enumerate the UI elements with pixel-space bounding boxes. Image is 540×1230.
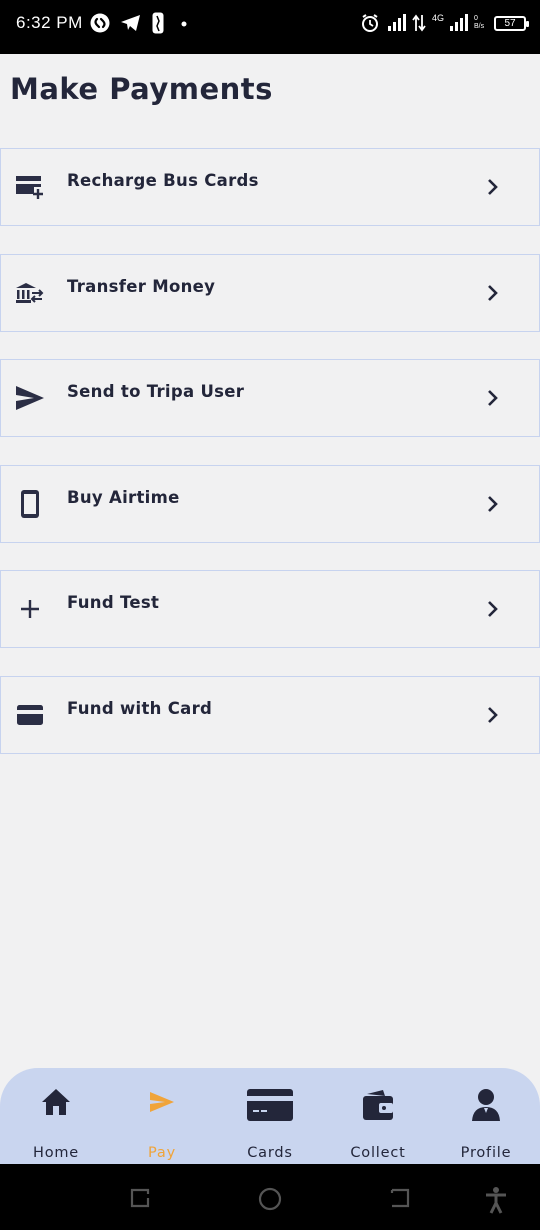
telegram-icon: [121, 15, 140, 31]
status-time: 6:32 PM: [16, 13, 83, 32]
phone-icon: [15, 489, 45, 519]
bottom-nav: Home Pay Cards Collect Profile: [0, 1068, 540, 1164]
card-icon: [246, 1088, 294, 1122]
notification-icons: [90, 12, 192, 34]
payment-menu: Recharge Bus Cards Transfer Money Send t…: [0, 148, 540, 781]
shazam-icon: [90, 13, 110, 33]
page-title: Make Payments: [10, 72, 273, 106]
chevron-right-icon: [488, 706, 498, 723]
chevron-right-icon: [488, 284, 498, 301]
nav-label: Collect: [350, 1145, 406, 1161]
menu-item-fund-test[interactable]: Fund Test: [0, 570, 540, 648]
bank-transfer-icon: [15, 278, 45, 308]
wallet-icon: [361, 1088, 395, 1122]
battery-indicator: 57: [494, 15, 529, 31]
nav-item-profile[interactable]: Profile: [432, 1068, 540, 1164]
send-icon: [148, 1090, 176, 1114]
nav-item-collect[interactable]: Collect: [324, 1068, 432, 1164]
menu-item-transfer-money[interactable]: Transfer Money: [0, 253, 540, 332]
accessibility-icon[interactable]: [484, 1186, 508, 1214]
chevron-right-icon: [488, 601, 498, 617]
menu-item-fund-with-card[interactable]: Fund with Card: [0, 675, 540, 754]
alarm-icon: [361, 14, 378, 32]
nav-item-pay[interactable]: Pay: [108, 1068, 216, 1164]
chevron-right-icon: [488, 495, 498, 512]
nba-icon: [152, 12, 164, 34]
profile-icon: [471, 1088, 501, 1122]
dot-icon: [181, 21, 187, 27]
chevron-right-icon: [488, 390, 498, 406]
menu-item-label: Transfer Money: [67, 276, 216, 296]
signal-2-icon: [450, 14, 468, 31]
recents-icon[interactable]: [128, 1186, 152, 1210]
system-nav-bar: [0, 1164, 540, 1230]
menu-item-label: Fund with Card: [67, 698, 213, 718]
menu-item-label: Buy Airtime: [67, 487, 180, 507]
data-speed: 0 B/s: [474, 15, 485, 30]
signal-icon: [387, 14, 406, 31]
menu-item-buy-airtime[interactable]: Buy Airtime: [0, 464, 540, 543]
menu-item-label: Send to Tripa User: [67, 382, 245, 401]
nav-item-home[interactable]: Home: [2, 1068, 110, 1164]
nav-label: Pay: [148, 1145, 176, 1161]
credit-card-icon: [15, 700, 45, 730]
status-bar: 6:32 PM 4G 0 B/s 57: [0, 0, 540, 54]
menu-item-label: Fund Test: [67, 593, 160, 612]
status-right: 4G 0 B/s 57: [360, 13, 529, 33]
back-icon[interactable]: [388, 1186, 412, 1210]
card-add-icon: [15, 172, 45, 202]
nav-label: Profile: [460, 1145, 512, 1161]
send-icon: [15, 383, 45, 413]
menu-item-recharge-bus-cards[interactable]: Recharge Bus Cards: [0, 148, 540, 226]
home-icon: [40, 1086, 72, 1118]
nav-label: Cards: [247, 1145, 293, 1161]
menu-item-send-to-tripa-user[interactable]: Send to Tripa User: [0, 359, 540, 437]
plus-icon: [15, 594, 45, 624]
data-arrows-icon: [412, 14, 426, 32]
menu-item-label: Recharge Bus Cards: [67, 171, 259, 190]
nav-label: Home: [32, 1145, 80, 1161]
home-button-icon[interactable]: [257, 1186, 283, 1212]
chevron-right-icon: [488, 179, 498, 195]
nav-item-cards[interactable]: Cards: [216, 1068, 324, 1164]
network-type: 4G: [431, 13, 444, 23]
